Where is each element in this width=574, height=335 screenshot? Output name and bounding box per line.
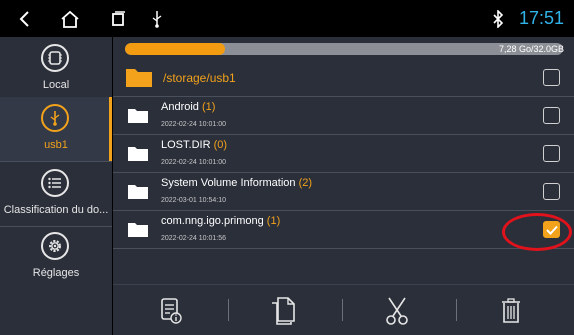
file-name: Android (1) [161, 101, 216, 113]
usb-icon [150, 0, 164, 37]
storage-usage-bar [125, 43, 563, 55]
sidebar-item-label: usb1 [44, 139, 68, 151]
status-bar: 17:51 [0, 0, 574, 37]
folder-icon [128, 223, 148, 237]
usb-icon [41, 104, 69, 132]
toolbar-divider [342, 299, 343, 321]
file-browser: 7,28 Go/32.0GB /storage/usb1 Android (1)… [113, 37, 574, 284]
file-name: LOST.DIR (0) [161, 139, 228, 151]
file-name: com.nng.igo.primong (1) [161, 215, 281, 227]
list-icon [41, 169, 69, 197]
highlight-circle-annotation [502, 213, 572, 251]
toolbar-divider [456, 299, 457, 321]
item-checkbox[interactable] [543, 107, 560, 124]
sidebar-item-classification[interactable]: Classification du do... [0, 162, 112, 227]
file-info-icon[interactable] [153, 293, 189, 329]
delete-icon[interactable] [493, 293, 529, 329]
storage-usage-fill [125, 43, 225, 55]
sidebar-item-settings[interactable]: Réglages [0, 225, 112, 290]
list-item[interactable]: Android (1) 2022-02-24 10:01:00 [113, 97, 574, 135]
gear-icon [41, 232, 69, 260]
sidebar-item-label: Réglages [32, 267, 80, 279]
file-date: 2022-02-24 10:01:00 [161, 121, 226, 128]
sidebar-item-local[interactable]: Local [0, 37, 112, 102]
home-icon[interactable] [58, 0, 82, 37]
sidebar-item-usb1[interactable]: usb1 [0, 97, 112, 162]
folder-icon [128, 147, 148, 161]
cut-icon[interactable] [379, 293, 415, 329]
storage-usage-label: 7,28 Go/32.0GB [498, 44, 564, 54]
file-date: 2022-03-01 10:54:10 [161, 197, 226, 204]
sidebar-item-label: Classification du do... [3, 204, 109, 216]
copy-icon[interactable] [265, 293, 301, 329]
list-item[interactable]: System Volume Information (2) 2022-03-01… [113, 173, 574, 211]
select-all-checkbox[interactable] [543, 69, 560, 86]
sidebar-footer [0, 284, 112, 335]
sidebar-item-label: Local [42, 79, 70, 91]
back-icon[interactable] [14, 0, 34, 37]
folder-icon [128, 185, 148, 199]
clock: 17:51 [518, 8, 564, 28]
list-item[interactable]: LOST.DIR (0) 2022-02-24 10:01:00 [113, 135, 574, 173]
item-checkbox[interactable] [543, 183, 560, 200]
file-date: 2022-02-24 10:01:00 [161, 159, 226, 166]
toolbar-divider [228, 299, 229, 321]
storage-chip-icon [41, 44, 69, 72]
current-path-row[interactable]: /storage/usb1 [113, 59, 574, 97]
folder-icon [128, 109, 148, 123]
recent-apps-icon[interactable] [108, 0, 128, 37]
item-checkbox[interactable] [543, 145, 560, 162]
bluetooth-icon [492, 0, 504, 37]
file-name: System Volume Information (2) [161, 177, 313, 189]
current-path: /storage/usb1 [163, 71, 236, 85]
file-date: 2022-02-24 10:01:56 [161, 235, 226, 242]
action-toolbar [113, 284, 574, 335]
folder-icon [126, 69, 152, 87]
